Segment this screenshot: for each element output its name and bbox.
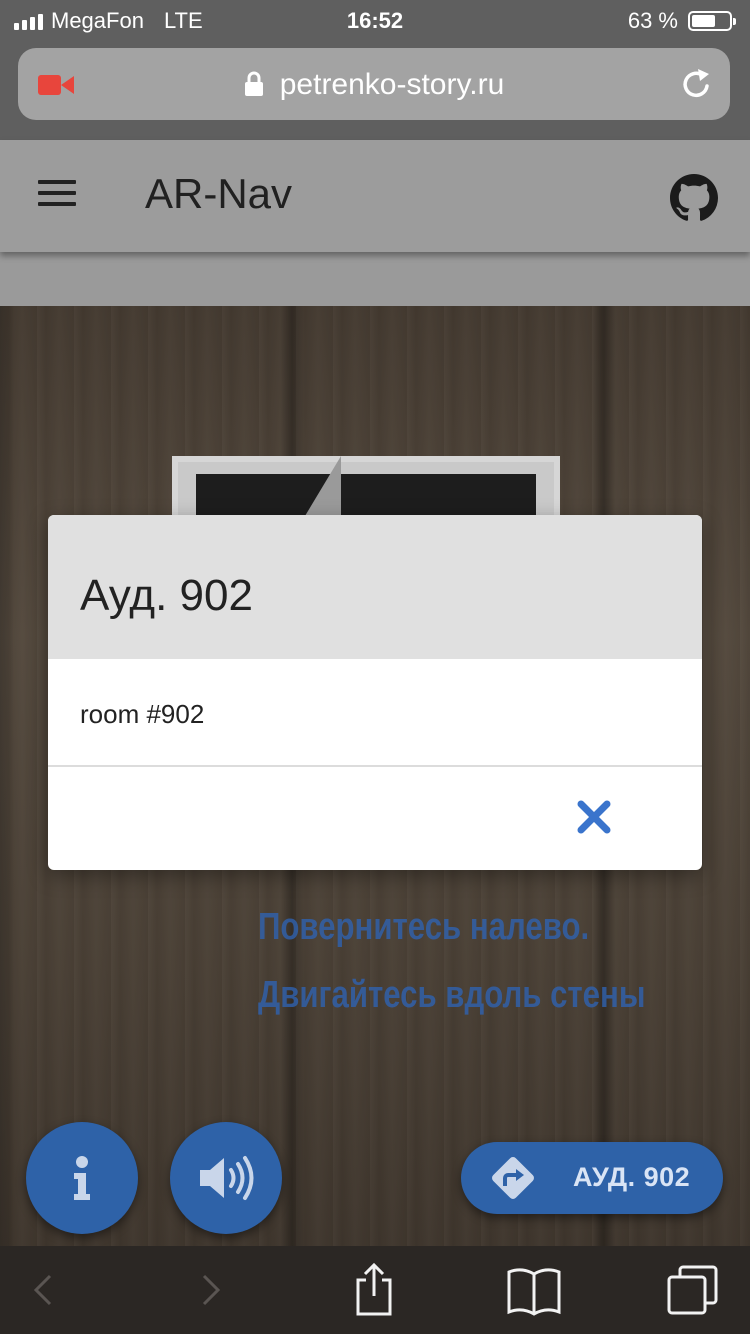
bookmarks-icon[interactable] bbox=[506, 1266, 562, 1316]
dialog-footer bbox=[48, 767, 702, 870]
ar-instruction-1: Повернитесь налево. bbox=[258, 906, 590, 948]
browser-bottom-toolbar bbox=[0, 1246, 750, 1334]
github-icon[interactable] bbox=[670, 174, 718, 222]
url-text: petrenko-story.ru bbox=[279, 68, 505, 101]
dialog-text: room #902 bbox=[80, 699, 205, 729]
dialog-header: Ауд. 902 bbox=[48, 515, 702, 659]
menu-icon[interactable] bbox=[38, 180, 76, 210]
route-button-label: АУД. 902 bbox=[573, 1162, 691, 1192]
ar-arrow bbox=[305, 456, 341, 516]
info-icon bbox=[74, 1156, 90, 1200]
app-toolbar: AR-Nav bbox=[0, 140, 750, 252]
volume-icon bbox=[200, 1156, 254, 1200]
address-bar[interactable]: petrenko-story.ru bbox=[18, 48, 730, 120]
ar-instruction-2: Двигайтесь вдоль стены bbox=[258, 974, 646, 1016]
share-icon[interactable] bbox=[352, 1262, 396, 1316]
lock-icon bbox=[244, 71, 263, 96]
toolbar-spacer bbox=[0, 252, 750, 306]
battery-percent: 63 % bbox=[627, 8, 678, 33]
back-icon[interactable] bbox=[28, 1268, 58, 1312]
battery-level bbox=[692, 15, 715, 27]
battery-icon bbox=[688, 11, 736, 31]
route-button[interactable]: АУД. 902 bbox=[461, 1142, 723, 1214]
close-icon[interactable] bbox=[574, 797, 614, 837]
sound-button[interactable] bbox=[170, 1122, 282, 1234]
browser-bar: petrenko-story.ru bbox=[0, 40, 750, 140]
status-bar: MegaFon LTE 16:52 63 % bbox=[0, 0, 750, 40]
directions-icon bbox=[492, 1157, 534, 1199]
info-button[interactable] bbox=[26, 1122, 138, 1234]
app-title: AR-Nav bbox=[145, 170, 293, 217]
dialog-title: Ауд. 902 bbox=[80, 571, 253, 620]
tabs-icon[interactable] bbox=[666, 1264, 720, 1316]
forward-icon[interactable] bbox=[196, 1268, 226, 1312]
room-dialog: Ауд. 902 room #902 bbox=[48, 515, 702, 870]
reload-icon[interactable] bbox=[678, 66, 714, 102]
dialog-body: room #902 bbox=[48, 659, 702, 767]
